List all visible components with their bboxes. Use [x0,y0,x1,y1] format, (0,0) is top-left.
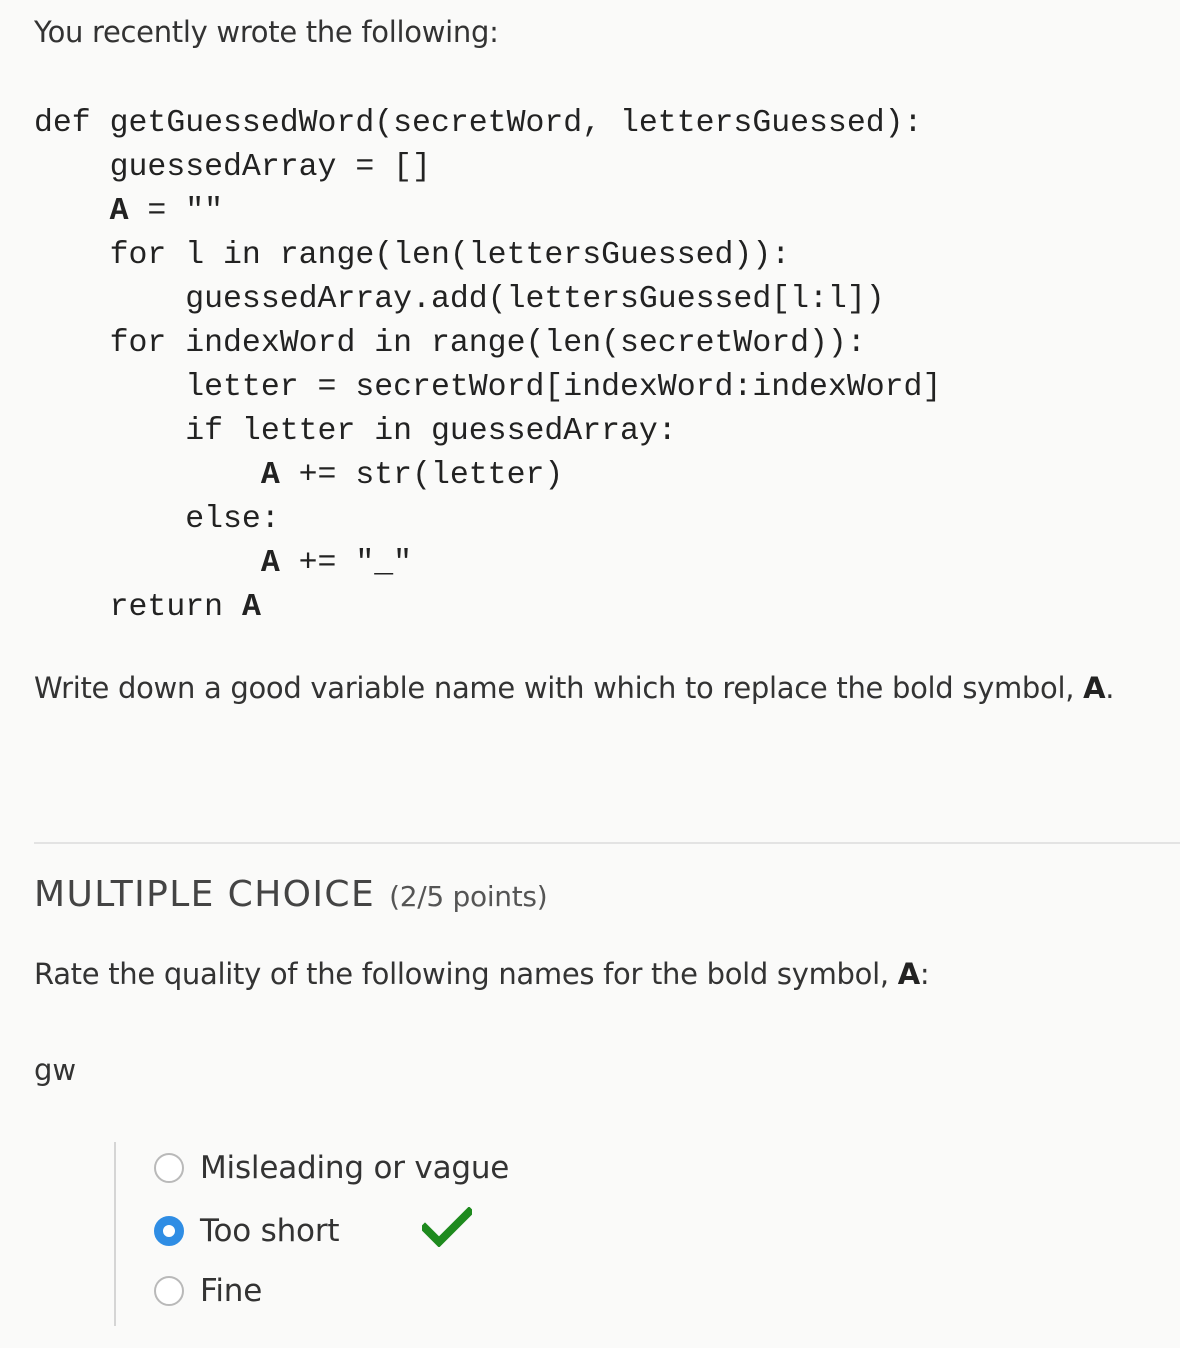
code-line: for l in range(len(lettersGuessed)): [34,238,791,273]
section-divider [34,842,1180,844]
option-label: Too short [200,1213,340,1249]
points-label: (2/5 points) [389,880,548,913]
section-title: MULTIPLE CHOICE [34,874,376,915]
code-line: guessedArray.add(lettersGuessed[l:l]) [34,282,885,317]
intro-text: You recently wrote the following: [34,15,499,49]
bold-symbol: A [109,194,129,229]
option-label: Fine [200,1273,263,1309]
option-label: Misleading or vague [200,1150,510,1186]
radio-button-selected[interactable] [154,1216,184,1246]
question-prompt: Write down a good variable name with whi… [34,671,1115,705]
bold-symbol: A [260,458,280,493]
code-line: return A [109,590,261,625]
code-line: if letter in guessedArray: [34,414,677,449]
code-line: A += str(letter) [260,458,564,493]
bold-symbol: A [260,546,280,581]
radio-button[interactable] [154,1276,184,1306]
code-line: letter = secretWord[indexWord:indexWord] [34,370,942,405]
code-line: else: [34,502,280,537]
checkmark-icon [422,1207,472,1247]
section-header: MULTIPLE CHOICE (2/5 points) [34,874,548,915]
code-line: A += "_" [260,546,413,581]
radio-button[interactable] [154,1153,184,1183]
code-line: def getGuessedWord(secretWord, lettersGu… [34,106,923,141]
code-block: def getGuessedWord(secretWord, lettersGu… [34,102,941,630]
option-too-short[interactable]: Too short [154,1207,472,1251]
code-line: A = "" [109,194,224,229]
rate-instruction: Rate the quality of the following names … [34,957,930,991]
option-fine[interactable]: Fine [154,1271,262,1311]
bold-symbol: A [897,957,920,991]
bold-symbol: A [1083,671,1106,705]
code-line: for indexWord in range(len(secretWord)): [34,326,866,361]
code-line: guessedArray = [] [34,150,431,185]
bold-symbol: A [241,590,261,625]
candidate-name: gw [34,1053,77,1087]
option-misleading-or-vague[interactable]: Misleading or vague [154,1148,509,1188]
choice-group: Misleading or vague Too short Fine [114,1142,616,1326]
